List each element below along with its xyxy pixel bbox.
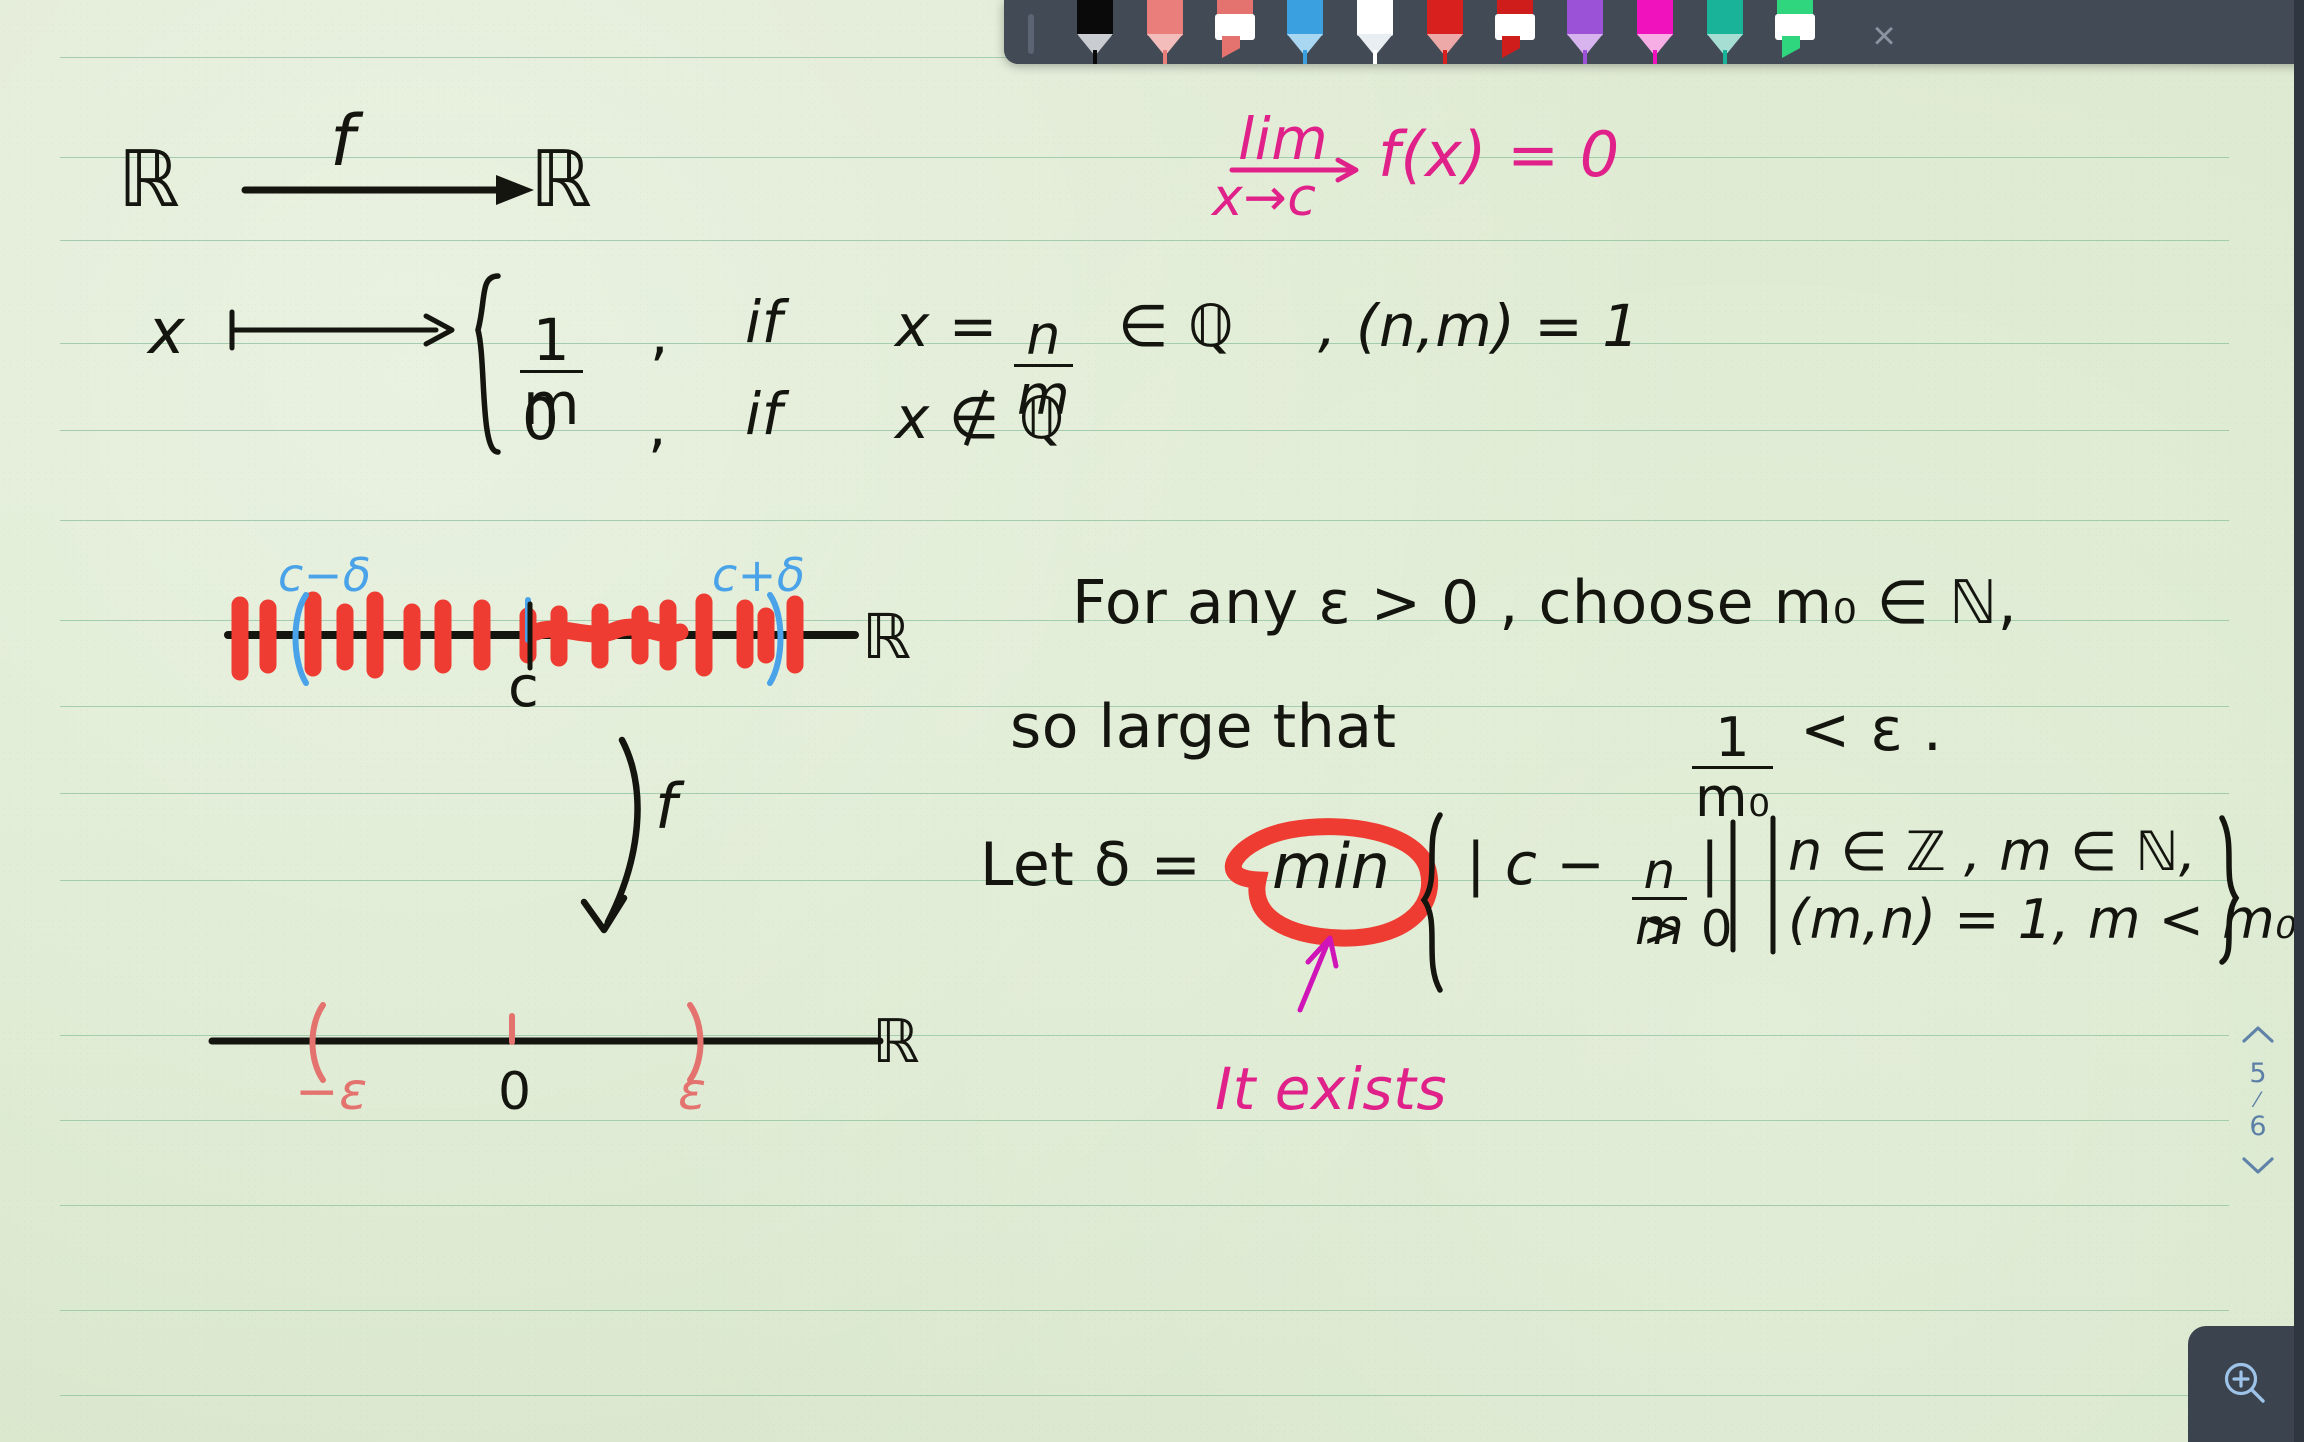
pen-purple-nib xyxy=(1583,50,1587,64)
highlighter-salmon-nib xyxy=(1222,36,1240,58)
highlighter-red-nib xyxy=(1502,36,1520,58)
piecewise-brace xyxy=(475,273,501,455)
proof-set-condition-top: n ∈ ℤ , m ∈ ℕ, xyxy=(1788,820,2197,883)
pen-purple-barrel xyxy=(1567,0,1603,36)
pen-black-nib xyxy=(1093,50,1097,64)
mapsto-arrow xyxy=(229,309,455,351)
highlighter-salmon[interactable] xyxy=(1206,0,1264,64)
function-label-f: f xyxy=(330,100,356,182)
pen-red-nib xyxy=(1443,50,1447,64)
page-up-icon[interactable] xyxy=(2241,1010,2275,1060)
pen-black-barrel xyxy=(1077,0,1113,36)
label-c-minus-delta: c−δ xyxy=(278,548,372,602)
pen-magenta-barrel xyxy=(1637,0,1673,36)
pen-teal[interactable] xyxy=(1696,0,1754,64)
proof-line-2-a: so large that xyxy=(1010,692,1397,762)
label-minus-epsilon: −ε xyxy=(295,1062,368,1122)
domain-R: ℝ xyxy=(118,135,181,225)
it-exists-arrow xyxy=(1297,935,1339,1013)
highlighter-green-nib xyxy=(1782,36,1800,58)
dense-rationals-scribble xyxy=(527,618,689,643)
close-icon[interactable]: × xyxy=(1856,8,1912,64)
definition-case1-comma: , xyxy=(650,300,669,368)
definition-case1-extra: , (n,m) = 1 xyxy=(1318,292,1640,360)
proof-line-2-b: < ε . xyxy=(1800,695,1943,765)
definition-case2-if: if xyxy=(745,380,783,448)
proof-greater-zero: > 0 xyxy=(1642,900,1734,958)
toolbar-divider xyxy=(1028,14,1034,54)
function-arrow-top xyxy=(241,175,534,205)
proof-line-2-frac: 1 m₀ xyxy=(1688,680,1777,825)
pen-blue[interactable] xyxy=(1276,0,1334,64)
page-navigation: 5 ⁄ 6 xyxy=(2230,1010,2286,1191)
map-arrow-label-f: f xyxy=(655,770,678,843)
proof-line-1: For any ε > 0 , choose m₀ ∈ ℕ, xyxy=(1072,568,2018,638)
line3-frac-num: n xyxy=(1643,842,1676,900)
pen-red[interactable] xyxy=(1416,0,1474,64)
pen-white[interactable] xyxy=(1346,0,1404,64)
limit-body: f(x) = 0 xyxy=(1378,118,1620,191)
proof-min-keyword: min xyxy=(1272,830,1391,903)
annotation-it-exists: It exists xyxy=(1215,1055,1448,1123)
pen-blue-barrel xyxy=(1287,0,1323,36)
label-zero: 0 xyxy=(498,1062,532,1122)
codomain-R: ℝ xyxy=(530,135,593,225)
total-page-number: 6 xyxy=(2249,1110,2267,1142)
label-c-plus-delta: c+δ xyxy=(712,548,806,602)
pen-white-barrel xyxy=(1357,0,1393,36)
pen-toolbar-items xyxy=(1004,0,1830,64)
line2-frac-den: m₀ xyxy=(1692,765,1774,825)
pen-purple[interactable] xyxy=(1556,0,1614,64)
case1-num: 1 xyxy=(532,305,571,374)
notes-app-window: R (solid arrow) --> (long mapsto arrow) … xyxy=(0,0,2304,1442)
definition-case1-cond-lhs: x = xyxy=(895,292,998,360)
definition-case1-cond-rhs: ∈ ℚ xyxy=(1118,292,1235,360)
proof-set-condition-bottom: (m,n) = 1, m < m₀ xyxy=(1788,888,2298,951)
pen-blue-nib xyxy=(1303,50,1307,64)
limit-lim: lim xyxy=(1238,105,1329,173)
proof-abs-open: | c − xyxy=(1466,830,1606,898)
f-map-arrow xyxy=(580,736,641,934)
label-epsilon: ε xyxy=(678,1062,707,1122)
zoom-in-button[interactable] xyxy=(2188,1326,2304,1442)
definition-case2-cond: x ∉ ℚ xyxy=(895,384,1065,452)
window-right-edge xyxy=(2294,0,2304,1442)
pen-salmon[interactable] xyxy=(1136,0,1194,64)
definition-case1-if: if xyxy=(745,288,783,356)
definition-case2-comma: , xyxy=(648,392,667,460)
pen-magenta-nib xyxy=(1653,50,1657,64)
pen-white-nib xyxy=(1373,50,1377,64)
label-c: c xyxy=(508,655,540,720)
page-down-icon[interactable] xyxy=(2241,1141,2275,1191)
bottom-axis-label-R: ℝ xyxy=(872,1007,921,1077)
proof-abs-close: | xyxy=(1700,830,1721,898)
pen-magenta[interactable] xyxy=(1626,0,1684,64)
current-page-number: 5 xyxy=(2249,1058,2267,1089)
pen-teal-barrel xyxy=(1707,0,1743,36)
pen-salmon-barrel xyxy=(1147,0,1183,36)
zoom-in-icon xyxy=(2224,1362,2265,1403)
definition-case2-value: 0 xyxy=(522,385,560,453)
pen-black[interactable] xyxy=(1066,0,1124,64)
definition-variable: x xyxy=(148,295,186,368)
case1-cond-num: n xyxy=(1026,303,1061,367)
handwritten-ink-layer: R (solid arrow) --> (long mapsto arrow) … xyxy=(0,0,2304,1442)
proof-line-3-a: Let δ = xyxy=(980,830,1202,900)
highlighter-red[interactable] xyxy=(1486,0,1544,64)
top-number-line xyxy=(224,591,859,686)
page-separator: ⁄ xyxy=(2256,1087,2260,1113)
highlighter-green[interactable] xyxy=(1766,0,1824,64)
pen-salmon-nib xyxy=(1163,50,1167,64)
limit-subscript: x→c xyxy=(1212,168,1317,228)
pen-red-barrel xyxy=(1427,0,1463,36)
pen-toolbar[interactable]: × xyxy=(1004,0,2304,64)
line2-frac-num: 1 xyxy=(1715,705,1751,769)
pen-teal-nib xyxy=(1723,50,1727,64)
top-axis-label-R: ℝ xyxy=(862,600,912,673)
